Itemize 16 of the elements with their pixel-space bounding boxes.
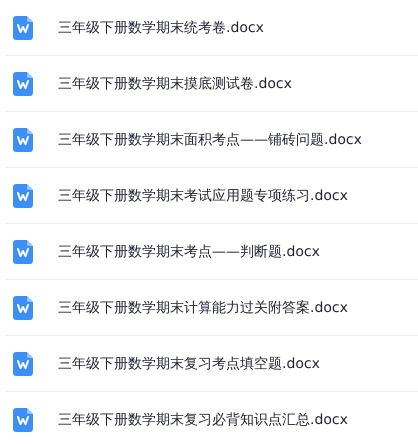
word-document-icon [13,72,33,96]
word-document-icon [13,184,33,208]
file-name[interactable]: 三年级下册数学期末面积考点——铺砖问题.docx [58,130,362,148]
file-name[interactable]: 三年级下册数学期末摸底测试卷.docx [58,74,292,92]
file-name[interactable]: 三年级下册数学期末复习必背知识点汇总.docx [58,410,348,428]
file-name[interactable]: 三年级下册数学期末计算能力过关附答案.docx [58,298,348,316]
word-document-icon [13,128,33,152]
word-document-icon [13,296,33,320]
word-document-icon [13,408,33,432]
word-document-icon [13,16,33,40]
file-name[interactable]: 三年级下册数学期末考试应用题专项练习.docx [58,186,348,204]
file-name[interactable]: 三年级下册数学期末考点——判断题.docx [58,242,320,260]
word-document-icon [13,240,33,264]
file-name[interactable]: 三年级下册数学期末复习考点填空题.docx [58,354,320,372]
file-name[interactable]: 三年级下册数学期末统考卷.docx [58,18,264,36]
word-document-icon [13,352,33,376]
